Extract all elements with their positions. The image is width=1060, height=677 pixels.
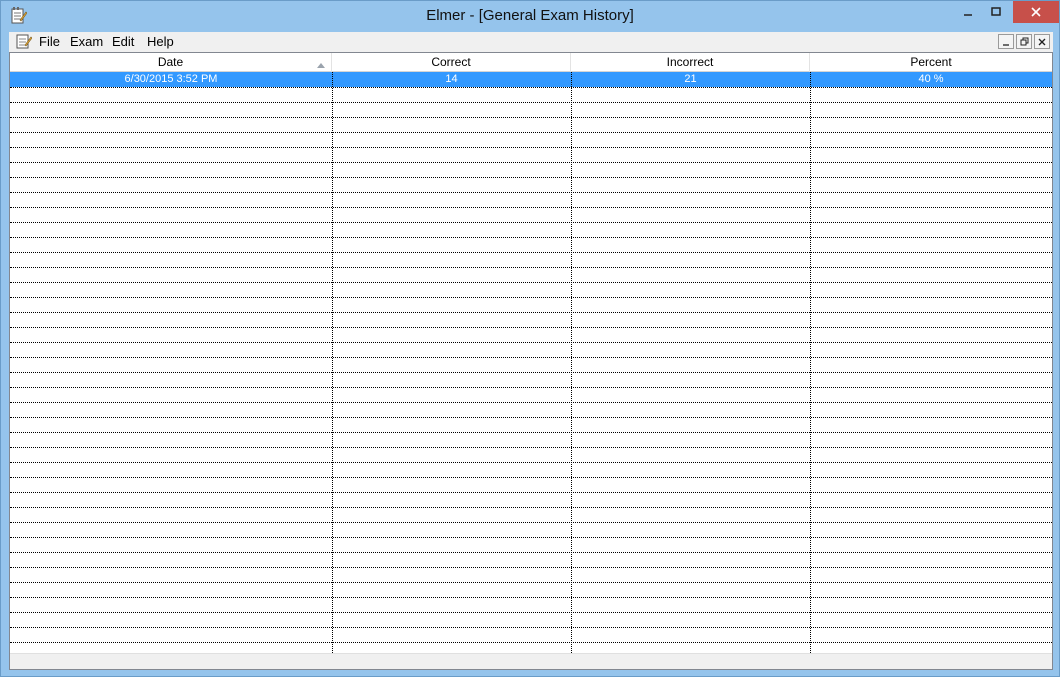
menu-bar: File Exam Edit Help xyxy=(9,32,1053,52)
grid-row-line xyxy=(10,222,1052,223)
grid-row-line xyxy=(10,117,1052,118)
column-header-label: Correct xyxy=(431,55,471,69)
list-footer-area xyxy=(10,653,1052,669)
grid-row-line xyxy=(10,402,1052,403)
mdi-restore-button[interactable] xyxy=(1016,34,1032,49)
grid-row-line xyxy=(10,552,1052,553)
menu-file[interactable]: File xyxy=(39,34,60,49)
grid-row-line xyxy=(10,162,1052,163)
cell-incorrect: 21 xyxy=(684,73,697,85)
cell-percent: 40 % xyxy=(918,73,944,85)
grid-row-line xyxy=(10,252,1052,253)
grid-row-line xyxy=(10,147,1052,148)
column-header-label: Percent xyxy=(910,55,952,69)
grid-row-line xyxy=(10,627,1052,628)
grid-row-line xyxy=(10,327,1052,328)
column-header-correct[interactable]: Correct xyxy=(332,53,571,72)
mdi-minimize-button[interactable] xyxy=(998,34,1014,49)
grid-row-line xyxy=(10,387,1052,388)
grid-row-line xyxy=(10,477,1052,478)
grid-row-line xyxy=(10,372,1052,373)
grid-row-line xyxy=(10,207,1052,208)
grid-row-line xyxy=(10,447,1052,448)
grid-row-line xyxy=(10,357,1052,358)
column-header-percent[interactable]: Percent xyxy=(810,53,1052,72)
list-body: 6/30/2015 3:52 PM 14 21 40 % xyxy=(10,72,1052,653)
grid-row-line xyxy=(10,612,1052,613)
grid-row-line xyxy=(10,492,1052,493)
grid-row-line xyxy=(10,237,1052,238)
window-title: Elmer - [General Exam History] xyxy=(426,7,634,24)
column-header-incorrect[interactable]: Incorrect xyxy=(571,53,810,72)
mdi-close-button[interactable] xyxy=(1034,34,1050,49)
grid-column-line xyxy=(571,72,572,653)
menu-edit[interactable]: Edit xyxy=(112,34,134,49)
app-window: Elmer - [General Exam History] File Exam… xyxy=(0,0,1060,677)
column-header-date[interactable]: Date xyxy=(10,53,332,72)
column-header-label: Incorrect xyxy=(666,55,714,69)
grid-row-line xyxy=(10,297,1052,298)
menu-help[interactable]: Help xyxy=(147,34,174,49)
grid-row-line xyxy=(10,507,1052,508)
grid-row-line xyxy=(10,417,1052,418)
exam-history-list[interactable]: Date Correct Incorrect Percent 6/30/2015… xyxy=(9,52,1053,670)
grid-row-line xyxy=(10,642,1052,643)
cell-date: 6/30/2015 3:52 PM xyxy=(124,73,218,85)
close-button[interactable] xyxy=(1013,1,1059,23)
grid-row-line xyxy=(10,462,1052,463)
grid-row-line xyxy=(10,192,1052,193)
cell-correct: 14 xyxy=(445,73,458,85)
grid-row-line xyxy=(10,537,1052,538)
grid-row-line xyxy=(10,582,1052,583)
grid-row-line xyxy=(10,102,1052,103)
grid-row-line xyxy=(10,522,1052,523)
grid-row-line xyxy=(10,312,1052,313)
title-bar[interactable]: Elmer - [General Exam History] xyxy=(1,1,1059,32)
grid-row-line xyxy=(10,597,1052,598)
grid-row-line xyxy=(10,282,1052,283)
grid-row-line xyxy=(10,267,1052,268)
grid-row-line xyxy=(10,177,1052,178)
table-row[interactable]: 6/30/2015 3:52 PM 14 21 40 % xyxy=(10,72,1052,87)
grid-row-line xyxy=(10,432,1052,433)
maximize-button[interactable] xyxy=(981,1,1011,23)
document-edit-icon[interactable] xyxy=(16,33,33,50)
grid-row-line xyxy=(10,132,1052,133)
minimize-button[interactable] xyxy=(953,1,983,23)
grid-column-line xyxy=(810,72,811,653)
column-header-label: Date xyxy=(157,55,184,69)
grid-row-line xyxy=(10,567,1052,568)
grid-row-line xyxy=(10,87,1052,88)
grid-row-line xyxy=(10,342,1052,343)
grid-column-line xyxy=(332,72,333,653)
menu-exam[interactable]: Exam xyxy=(70,34,103,49)
list-header: Date Correct Incorrect Percent xyxy=(10,53,1052,72)
